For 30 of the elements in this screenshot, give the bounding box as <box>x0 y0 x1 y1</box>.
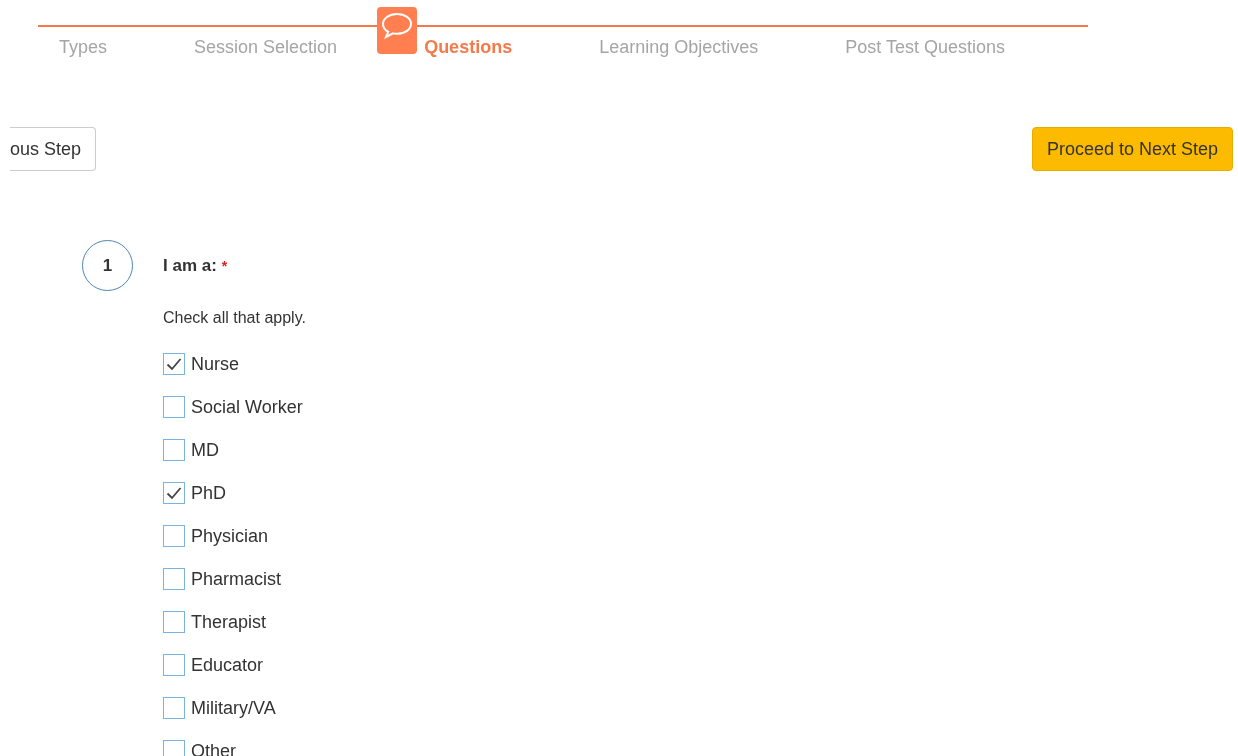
step-tab[interactable]: Questions <box>424 36 513 58</box>
checkbox[interactable] <box>163 396 185 418</box>
checkbox[interactable] <box>163 611 185 633</box>
option-label: Therapist <box>191 610 267 634</box>
next-step-button[interactable]: Proceed to Next Step <box>1031 127 1233 171</box>
checkbox[interactable] <box>163 482 185 504</box>
step-tab[interactable]: Session Selection <box>194 36 338 58</box>
option-label: Social Worker <box>191 395 303 419</box>
step-tab[interactable]: Types <box>59 36 108 58</box>
checkbox[interactable] <box>163 525 185 547</box>
previous-step-button[interactable]: ous Step <box>10 127 97 171</box>
option-label: Other <box>191 739 237 756</box>
checkbox[interactable] <box>163 654 185 676</box>
option-label: Educator <box>191 653 264 677</box>
option-label: Physician <box>191 524 269 548</box>
question-title: I am a: <box>163 256 217 275</box>
checkbox[interactable] <box>163 697 185 719</box>
option-label: Pharmacist <box>191 567 282 591</box>
required-mark: * <box>221 258 228 274</box>
checkbox[interactable] <box>163 740 185 756</box>
checkbox[interactable] <box>163 568 185 590</box>
option-label: PhD <box>191 481 226 505</box>
option-label: MD <box>191 438 219 462</box>
option-label: Nurse <box>191 352 239 376</box>
checkbox[interactable] <box>163 353 185 375</box>
option-label: Military/VA <box>191 696 276 720</box>
step-tab[interactable]: Post Test Questions <box>845 36 1005 58</box>
checkbox[interactable] <box>163 439 185 461</box>
step-tab[interactable]: Learning Objectives <box>599 36 759 58</box>
question-hint: Check all that apply. <box>163 307 306 328</box>
